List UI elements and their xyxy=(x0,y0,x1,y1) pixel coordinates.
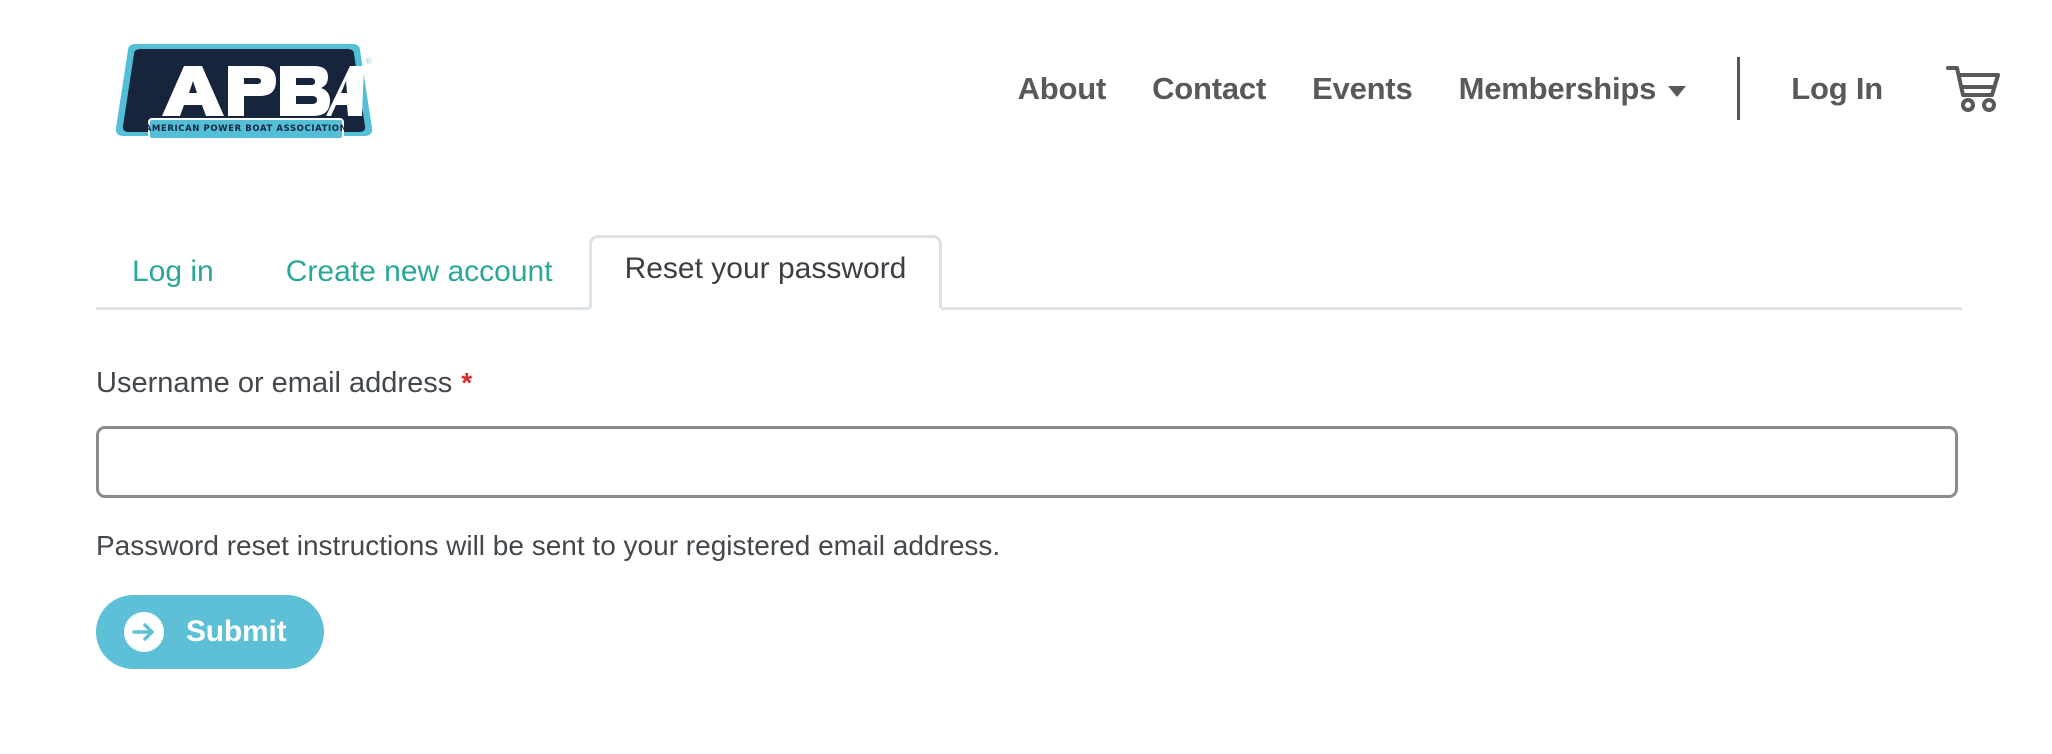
tab-log-in-label: Log in xyxy=(132,255,214,288)
shopping-cart-icon xyxy=(1946,66,2000,112)
site-header: ® AMERICAN POWER BOAT ASSOCIATION About … xyxy=(0,0,2052,176)
nav-item-memberships[interactable]: Memberships xyxy=(1436,73,1710,104)
nav-item-about[interactable]: About xyxy=(995,73,1130,104)
submit-button[interactable]: Submit xyxy=(96,594,325,669)
nav-item-contact-label: Contact xyxy=(1152,70,1267,106)
chevron-down-icon xyxy=(1668,85,1687,97)
logo-subtitle-text: AMERICAN POWER BOAT ASSOCIATION xyxy=(144,124,348,134)
username-or-email-input[interactable] xyxy=(96,425,1958,498)
nav-item-memberships-label: Memberships xyxy=(1458,70,1657,106)
reset-password-page: ® AMERICAN POWER BOAT ASSOCIATION About … xyxy=(0,0,2052,754)
log-in-label: Log In xyxy=(1791,70,1883,106)
apba-logo[interactable]: ® AMERICAN POWER BOAT ASSOCIATION xyxy=(110,42,378,158)
username-or-email-label-text: Username or email address xyxy=(96,367,453,399)
tab-log-in[interactable]: Log in xyxy=(96,241,250,310)
log-in-link[interactable]: Log In xyxy=(1768,73,1906,104)
password-reset-help-text: Password reset instructions will be sent… xyxy=(96,529,1001,561)
account-tabs: Log in Create new account Reset your pas… xyxy=(96,235,1962,310)
cart-button[interactable] xyxy=(1906,63,2016,113)
arrow-right-circle-icon xyxy=(124,611,164,652)
svg-text:®: ® xyxy=(364,57,373,67)
tab-list: Log in Create new account Reset your pas… xyxy=(96,235,943,310)
tab-reset-your-password-label: Reset your password xyxy=(624,252,907,285)
nav-item-events-label: Events xyxy=(1312,70,1413,106)
nav-item-contact[interactable]: Contact xyxy=(1129,73,1289,104)
reset-password-form: Username or email address * Password res… xyxy=(96,366,1958,669)
submit-button-label: Submit xyxy=(186,614,287,648)
tab-create-new-account[interactable]: Create new account xyxy=(250,241,589,310)
tab-reset-your-password[interactable]: Reset your password xyxy=(588,235,943,310)
nav-item-events[interactable]: Events xyxy=(1289,73,1435,104)
main-navigation: About Contact Events Memberships Log In xyxy=(995,0,2016,176)
username-or-email-label: Username or email address * xyxy=(96,366,1958,401)
nav-divider xyxy=(1737,56,1741,120)
logo-subtitle: AMERICAN POWER BOAT ASSOCIATION xyxy=(145,118,347,140)
tab-create-new-account-label: Create new account xyxy=(285,255,553,288)
nav-item-about-label: About xyxy=(1017,70,1107,106)
required-asterisk: * xyxy=(461,367,473,398)
